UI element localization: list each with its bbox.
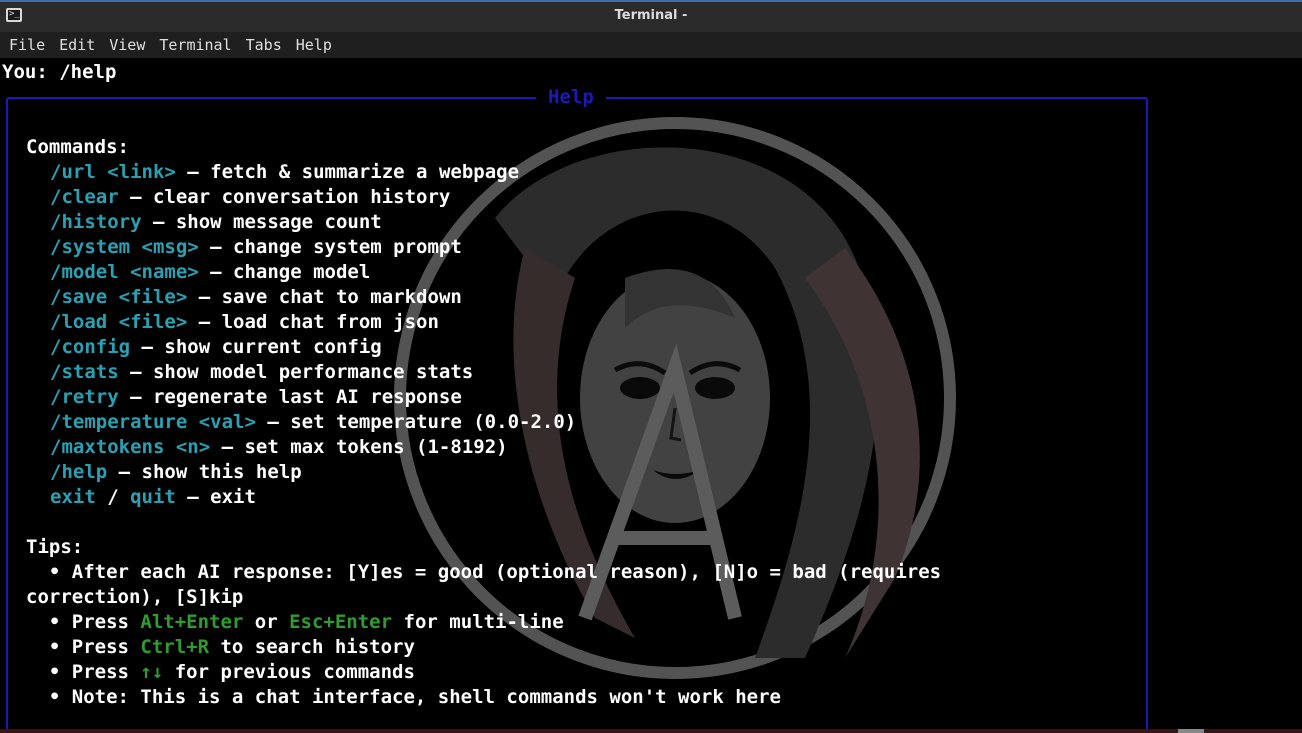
command-name: /retry xyxy=(50,386,119,408)
command-name: /model <name> xyxy=(50,261,199,283)
command-line: /maxtokens <n> — set max tokens (1-8192) xyxy=(50,435,508,460)
tip-line: • Press ↑↓ for previous commands xyxy=(26,660,415,685)
menu-tabs[interactable]: Tabs xyxy=(239,32,289,58)
command-desc: — clear conversation history xyxy=(118,186,451,208)
command-name: /clear xyxy=(50,186,119,208)
tip-text: • Press xyxy=(26,661,141,683)
tip-text: or xyxy=(243,611,290,633)
tip-line: • Note: This is a chat interface, shell … xyxy=(26,686,781,708)
command-line: /config — show current config xyxy=(50,335,382,360)
command-name: /system <msg> xyxy=(50,236,199,258)
command-desc: — show this help xyxy=(107,461,302,483)
menu-view[interactable]: View xyxy=(102,32,152,58)
tip-line: • After each AI response: [Y]es = good (… xyxy=(26,561,942,583)
command-line: /retry — regenerate last AI response xyxy=(50,385,462,410)
command-name: /help xyxy=(50,461,108,483)
command-desc: — show current config xyxy=(130,336,382,358)
key-hint: Alt+Enter xyxy=(140,611,244,633)
command-name: /maxtokens <n> xyxy=(50,436,211,458)
menu-help[interactable]: Help xyxy=(289,32,339,58)
key-hint: Ctrl+R xyxy=(140,636,210,658)
tip-text: for previous commands xyxy=(163,661,415,683)
command-desc: — exit xyxy=(175,486,256,508)
command-name: /temperature <val> xyxy=(50,411,256,433)
title-bar: >_ Terminal - xyxy=(0,0,1302,32)
terminal-output[interactable]: You: /help Help Commands: /url <link> — … xyxy=(0,58,1302,733)
menu-terminal[interactable]: Terminal xyxy=(152,32,238,58)
tip-text: • Press xyxy=(26,636,141,658)
command-desc: — show message count xyxy=(141,211,382,233)
command-line: /save <file> — save chat to markdown xyxy=(50,285,462,310)
command-desc: — change system prompt xyxy=(198,236,462,258)
command-desc: — fetch & summarize a webpage xyxy=(175,161,520,183)
command-desc: — save chat to markdown xyxy=(187,286,462,308)
command-line: /url <link> — fetch & summarize a webpag… xyxy=(50,160,519,185)
tip-text: for multi-line xyxy=(392,611,564,633)
command-separator: / xyxy=(95,486,131,508)
help-panel-title: Help xyxy=(536,85,606,110)
command-desc: — change model xyxy=(198,261,371,283)
command-line: /history — show message count xyxy=(50,210,382,235)
menu-edit[interactable]: Edit xyxy=(52,32,102,58)
bottom-edge xyxy=(0,729,1302,733)
command-desc: — regenerate last AI response xyxy=(118,386,462,408)
tips-header: Tips: xyxy=(26,536,84,558)
command-line: /stats — show model performance stats xyxy=(50,360,473,385)
scrollbar[interactable] xyxy=(1290,58,1302,733)
key-hint: Esc+Enter xyxy=(289,611,393,633)
command-name: /load <file> xyxy=(50,311,188,333)
command-line: /temperature <val> — set temperature (0.… xyxy=(50,410,576,435)
tip-line: • Press Ctrl+R to search history xyxy=(26,635,415,660)
tip-text: to search history xyxy=(209,636,415,658)
command-line: /help — show this help xyxy=(50,460,302,485)
commands-header: Commands: xyxy=(26,136,129,158)
window-title: Terminal - xyxy=(614,8,688,23)
command-line: /load <file> — load chat from json xyxy=(50,310,439,335)
tip-text: • Press xyxy=(26,611,141,633)
command-desc: — set max tokens (1-8192) xyxy=(210,436,508,458)
command-name: exit xyxy=(50,486,96,508)
command-line: /clear — clear conversation history xyxy=(50,185,450,210)
key-hint: ↑↓ xyxy=(140,661,164,683)
command-name: /save <file> xyxy=(50,286,188,308)
command-line: /model <name> — change model xyxy=(50,260,370,285)
scroll-thumb[interactable] xyxy=(1178,729,1204,733)
tip-line: • Press Alt+Enter or Esc+Enter for multi… xyxy=(26,610,564,635)
prompt-line: You: /help xyxy=(2,61,117,83)
command-line: /system <msg> — change system prompt xyxy=(50,235,462,260)
command-name: /stats xyxy=(50,361,119,383)
exit-command-line: exit / quit — exit xyxy=(50,485,256,510)
command-name: quit xyxy=(130,486,176,508)
command-name: /config xyxy=(50,336,131,358)
command-desc: — show model performance stats xyxy=(118,361,474,383)
command-desc: — set temperature (0.0-2.0) xyxy=(255,411,577,433)
menu-file[interactable]: File xyxy=(2,32,52,58)
command-name: /history xyxy=(50,211,142,233)
command-desc: — load chat from json xyxy=(187,311,439,333)
tip-line-continued: correction), [S]kip xyxy=(26,586,244,608)
menu-bar: File Edit View Terminal Tabs Help xyxy=(0,32,1302,58)
command-name: /url <link> xyxy=(50,161,176,183)
